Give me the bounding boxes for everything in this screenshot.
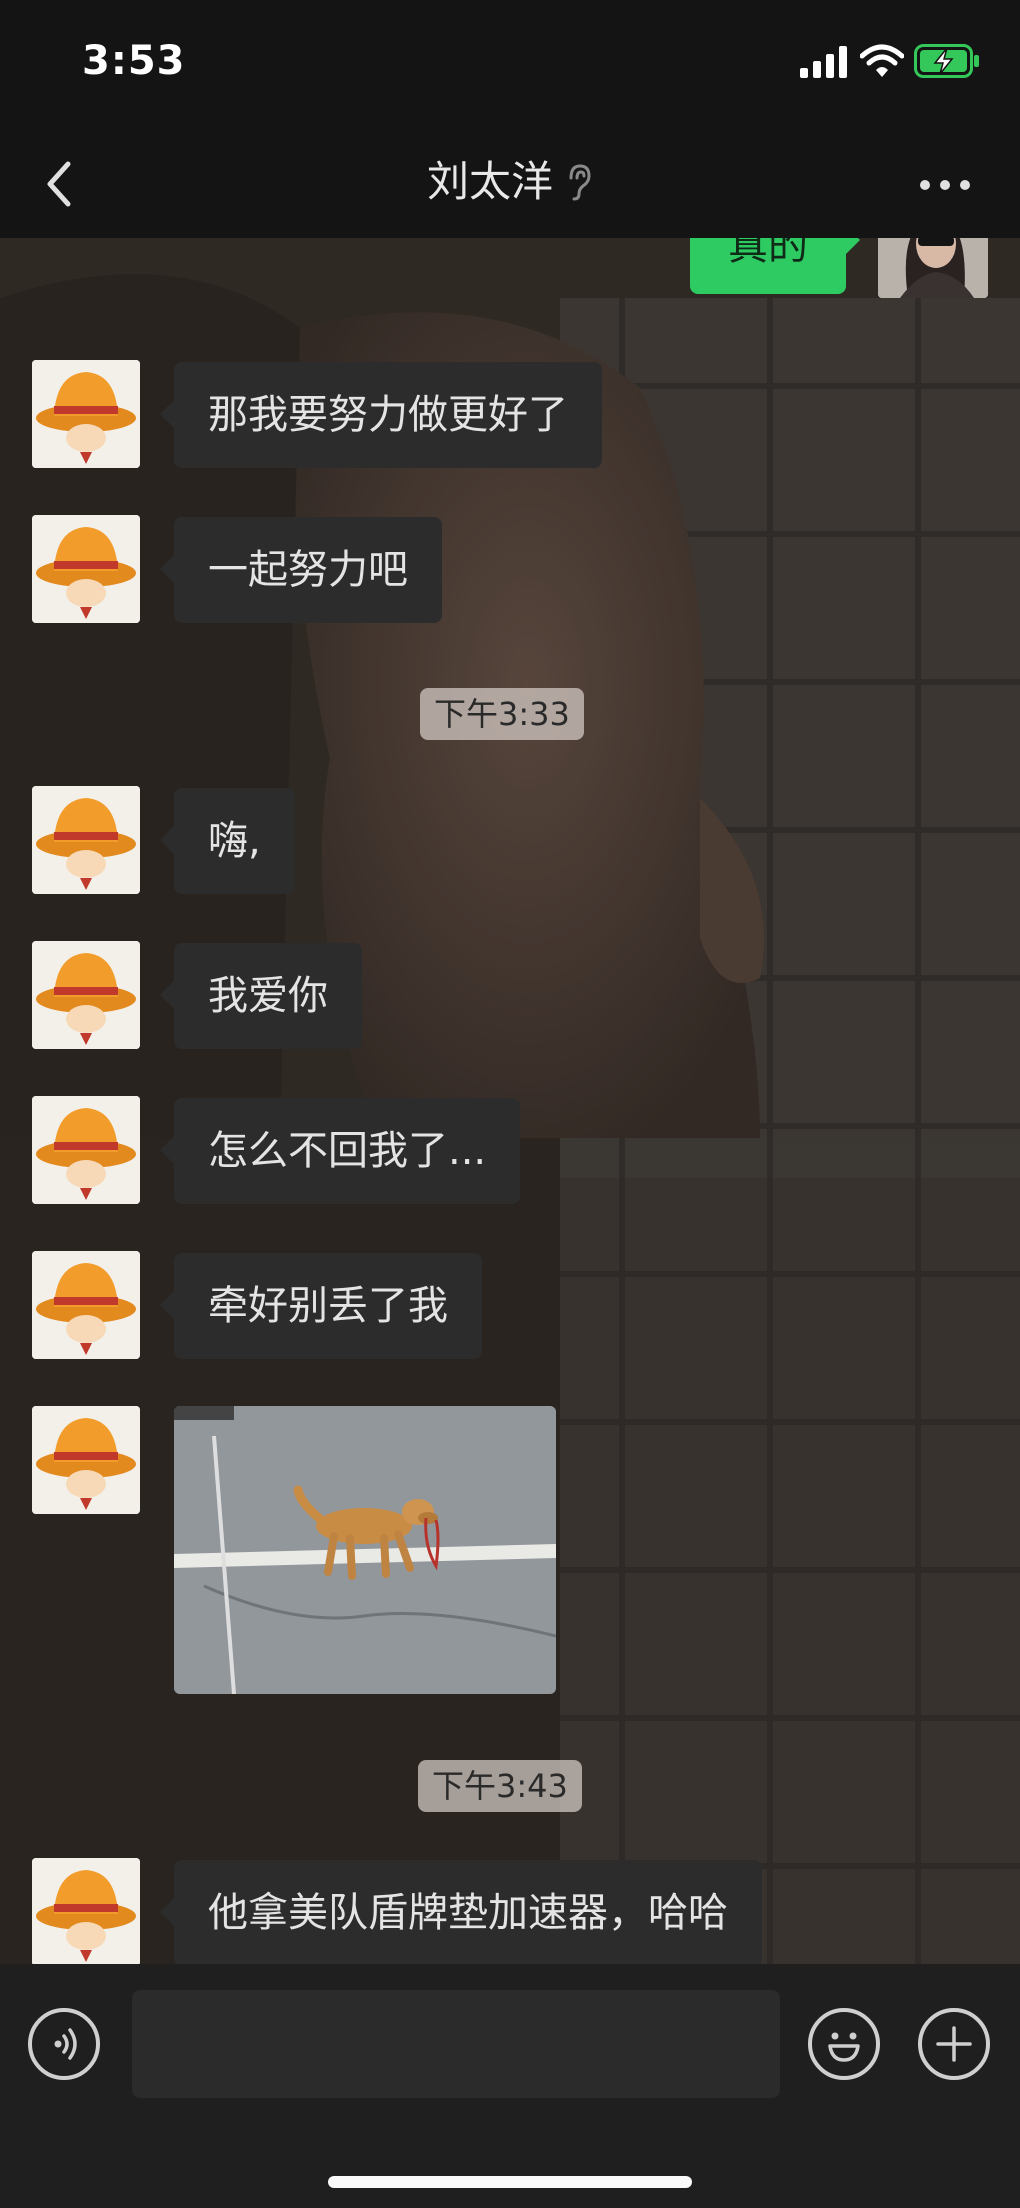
received-message-bubble[interactable]: 怎么不回我了...	[159, 1098, 521, 1204]
voice-input-button[interactable]	[28, 2008, 100, 2080]
message-text: 嗨,	[208, 818, 261, 864]
cellular-signal-icon	[800, 46, 847, 78]
plus-icon	[936, 2026, 972, 2062]
battery-charging-icon	[914, 44, 979, 78]
image-message-dog-photo[interactable]	[174, 1406, 556, 1694]
straw-hat-avatar-icon	[32, 1096, 140, 1204]
straw-hat-avatar-icon	[32, 1858, 140, 1964]
received-message-bubble[interactable]: 那我要努力做更好了	[160, 362, 602, 468]
more-options-icon[interactable]	[918, 170, 972, 200]
message-row-received: 他拿美队盾牌垫加速器，哈哈	[0, 1858, 1020, 1964]
contact-avatar[interactable]	[32, 360, 140, 468]
straw-hat-avatar-icon	[32, 786, 140, 894]
contact-avatar[interactable]	[32, 515, 140, 623]
message-row-received: 怎么不回我了...	[0, 1096, 1020, 1206]
message-row-received: 牵好别丢了我	[0, 1251, 1020, 1361]
received-message-bubble[interactable]: 他拿美队盾牌垫加速器，哈哈	[160, 1860, 762, 1964]
timestamp: 下午3:43	[418, 1760, 582, 1812]
sent-message-bubble[interactable]: 真的	[690, 238, 860, 294]
contact-avatar[interactable]	[32, 1406, 140, 1514]
earpiece-mode-icon	[569, 164, 591, 201]
profile-photo-icon	[878, 238, 988, 298]
sent-message-text: 真的	[728, 238, 808, 269]
straw-hat-avatar-icon	[32, 1406, 140, 1514]
message-row-sent: 真的	[0, 238, 1020, 308]
chat-header: 刘太洋	[0, 130, 1020, 238]
voice-waves-icon	[54, 2028, 77, 2060]
bubble-tail	[846, 238, 860, 254]
contact-avatar[interactable]	[32, 1251, 140, 1359]
message-row-received-image	[0, 1406, 1020, 1696]
received-message-bubble[interactable]: 牵好别丢了我	[160, 1253, 482, 1359]
wifi-icon	[860, 44, 904, 77]
more-functions-button[interactable]	[918, 2008, 990, 2080]
contact-avatar[interactable]	[32, 786, 140, 894]
contact-avatar[interactable]	[32, 941, 140, 1049]
straw-hat-avatar-icon	[32, 941, 140, 1049]
message-row-received: 一起努力吧	[0, 515, 1020, 625]
message-row-received: 那我要努力做更好了	[0, 360, 1020, 470]
message-text: 一起努力吧	[208, 547, 408, 593]
received-message-bubble[interactable]: 一起努力吧	[160, 517, 442, 623]
message-text: 牵好别丢了我	[208, 1283, 448, 1329]
received-message-bubble[interactable]: 嗨,	[160, 788, 295, 894]
straw-hat-avatar-icon	[32, 1251, 140, 1359]
message-text: 我爱你	[208, 973, 328, 1019]
contact-avatar[interactable]	[32, 1096, 140, 1204]
message-text: 他拿美队盾牌垫加速器，哈哈	[208, 1890, 728, 1936]
my-avatar[interactable]	[878, 238, 988, 298]
received-message-bubble[interactable]: 我爱你	[160, 943, 362, 1049]
home-indicator[interactable]	[328, 2176, 692, 2188]
message-text: 怎么不回我了...	[208, 1128, 487, 1174]
chat-title: 刘太洋	[426, 157, 553, 206]
message-row-received: 嗨,	[0, 786, 1020, 896]
input-bar	[0, 1964, 1020, 2208]
status-time: 3:53	[82, 38, 186, 84]
straw-hat-avatar-icon	[32, 360, 140, 468]
straw-hat-avatar-icon	[32, 515, 140, 623]
chat-area[interactable]: 真的 那我要努力做更好了 一起努力吧 下午3:33 嗨, 我爱你 怎么不回我了.…	[0, 238, 1020, 1964]
contact-avatar[interactable]	[32, 1858, 140, 1964]
timestamp: 下午3:33	[420, 688, 584, 740]
message-row-received: 我爱你	[0, 941, 1020, 1051]
emoji-button[interactable]	[808, 2008, 880, 2080]
message-text: 那我要努力做更好了	[208, 392, 568, 438]
smiley-icon	[828, 2032, 860, 2062]
message-input[interactable]	[132, 1990, 780, 2098]
status-bar: 3:53	[0, 0, 1020, 130]
